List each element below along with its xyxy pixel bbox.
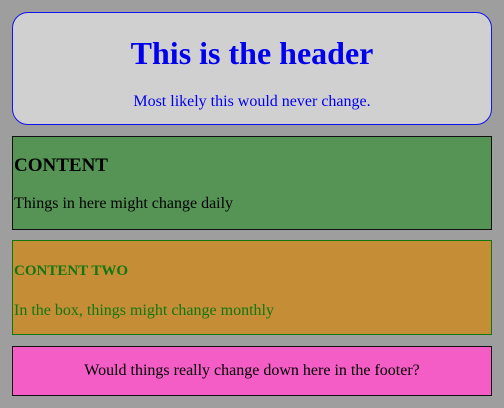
footer-text: Would things really change down here in … (84, 362, 420, 379)
content-two-box: CONTENT TWO In the box, things might cha… (12, 240, 492, 335)
content-two-heading: CONTENT TWO (14, 263, 129, 279)
content-text: Things in here might change daily (14, 195, 234, 212)
footer-box: Would things really change down here in … (12, 346, 492, 396)
header-subtitle: Most likely this would never change. (133, 93, 371, 110)
content-heading: CONTENT (14, 155, 108, 176)
content-two-text: In the box, things might change monthly (14, 302, 274, 319)
content-box: CONTENT Things in here might change dail… (12, 136, 492, 230)
header-box: This is the header Most likely this woul… (12, 12, 492, 125)
page: { "header": { "title": "This is the head… (0, 0, 504, 408)
header-title: This is the header (130, 35, 374, 71)
